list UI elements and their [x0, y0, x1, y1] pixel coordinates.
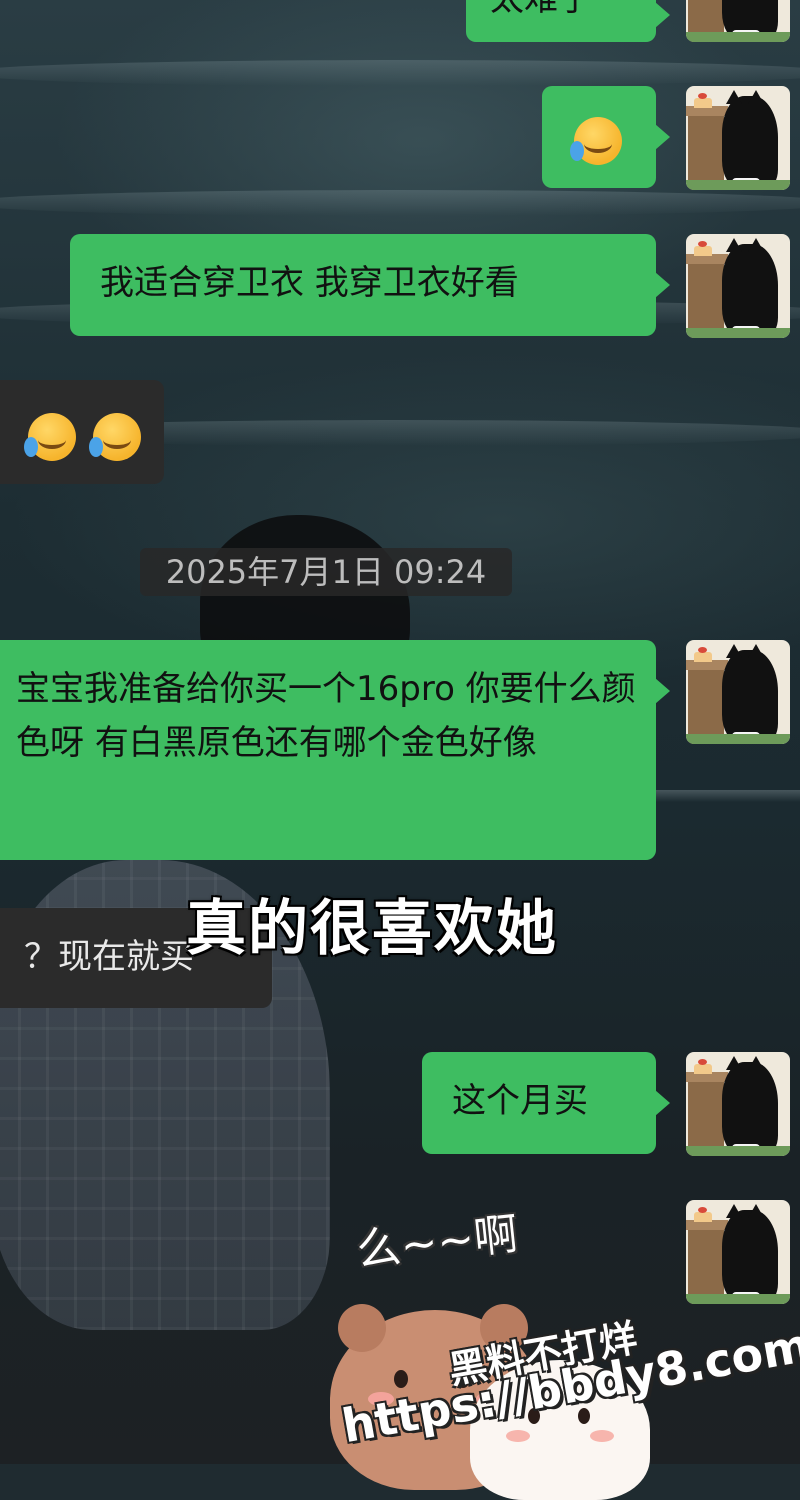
my-avatar[interactable] — [686, 86, 790, 190]
face-with-tears-of-joy-emoji — [570, 116, 622, 165]
face-with-tears-of-joy-emoji — [24, 412, 76, 461]
message-bubble-sent[interactable] — [542, 86, 670, 188]
face-with-tears-of-joy-emoji — [88, 412, 141, 461]
message-text: 宝宝我准备给你买一个16pro 你要什么颜色呀 有白黑原色还有哪个金色好像 — [16, 669, 636, 764]
my-avatar[interactable] — [686, 1200, 790, 1304]
background-wave — [0, 60, 800, 86]
my-avatar[interactable] — [686, 640, 790, 744]
message-bubble-sent[interactable]: 这个月买 — [422, 1052, 670, 1154]
my-avatar[interactable] — [686, 1052, 790, 1156]
video-overlay-caption: 真的很喜欢她 — [186, 894, 558, 964]
message-bubble-sent[interactable]: 我适合穿卫衣 我穿卫衣好看 — [70, 234, 670, 336]
message-text: 太难了 — [490, 0, 632, 26]
message-bubble-sent[interactable]: 宝宝我准备给你买一个16pro 你要什么颜色呀 有白黑原色还有哪个金色好像 — [0, 640, 670, 860]
message-bubble-sent[interactable]: 太难了 — [466, 0, 670, 42]
my-avatar[interactable] — [686, 0, 790, 42]
chat-timestamp: 2025年7月1日 09:24 — [140, 548, 512, 596]
message-text: 这个月买 — [452, 1081, 588, 1121]
message-bubble-received[interactable] — [0, 380, 164, 484]
my-avatar[interactable] — [686, 234, 790, 338]
message-text: 我适合穿卫衣 我穿卫衣好看 — [100, 263, 519, 303]
background-wave — [0, 190, 800, 216]
